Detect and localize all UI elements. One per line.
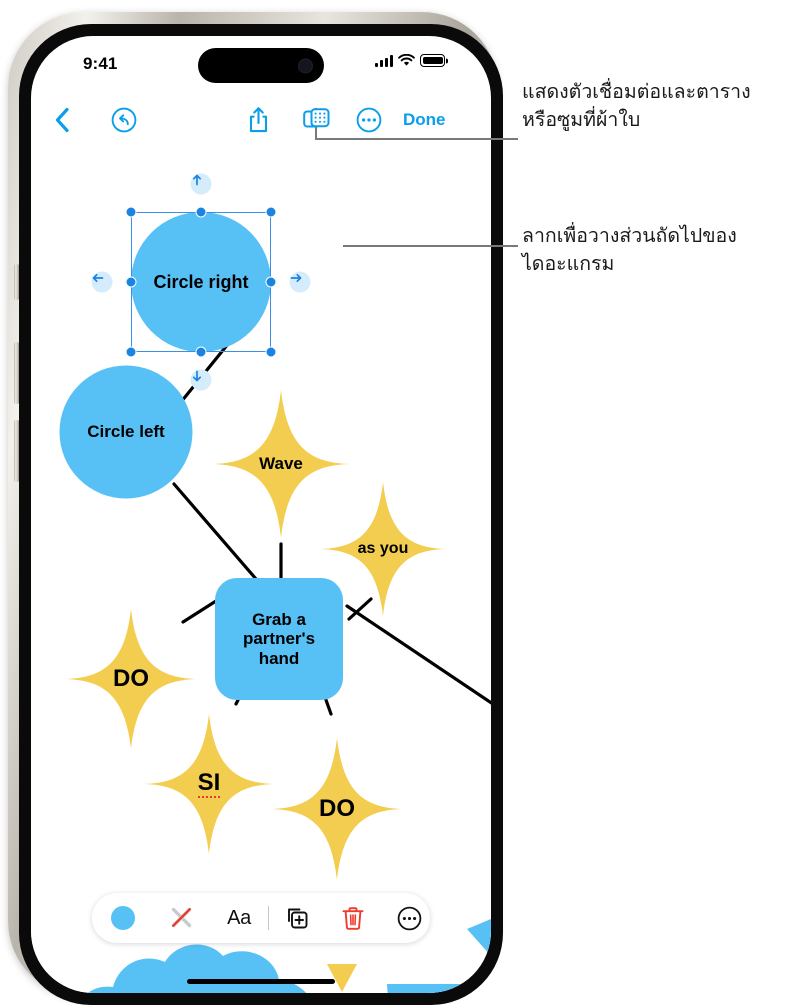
selection-handle-bl[interactable] xyxy=(125,346,137,358)
more-options-button[interactable] xyxy=(356,107,382,133)
shape-star-do-bottom[interactable] xyxy=(268,738,406,880)
share-button[interactable] xyxy=(248,107,269,134)
back-button[interactable] xyxy=(55,107,70,133)
done-button[interactable]: Done xyxy=(403,110,446,130)
add-node-down-button[interactable] xyxy=(190,369,212,391)
front-camera-icon xyxy=(298,58,313,73)
shape-cloud-wheel[interactable] xyxy=(70,944,315,993)
connectors-grid-icon xyxy=(303,108,330,128)
connectors-grid-button[interactable] xyxy=(303,107,330,133)
selection-handle-tr[interactable] xyxy=(265,206,277,218)
more-format-button[interactable] xyxy=(381,893,437,943)
shape-triangle-edge[interactable] xyxy=(467,919,491,956)
selection-handle-tl[interactable] xyxy=(125,206,137,218)
shape-triangle-yellow-tip xyxy=(327,964,357,992)
callout-grid-text: แสดงตัวเชื่อมต่อและตาราง หรือซูมที่ผ้าใบ xyxy=(522,80,751,132)
arrow-right-icon xyxy=(290,273,302,283)
arrow-down-icon xyxy=(192,370,202,382)
shape-star-si[interactable] xyxy=(141,714,277,854)
dynamic-island xyxy=(198,48,324,83)
callout-drag-text: ลากเพื่อวางส่วนถัดไปของไดอะแกรม xyxy=(522,224,737,276)
phone-frame: 9:41 Done Circle right Circle left Wave … xyxy=(8,12,503,1005)
add-node-left-button[interactable] xyxy=(91,271,113,293)
add-node-up-button[interactable] xyxy=(190,173,212,195)
shape-star-wave[interactable] xyxy=(209,390,353,538)
shape-rect-grab-hand[interactable] xyxy=(215,578,343,700)
duplicate-button[interactable] xyxy=(269,893,325,943)
chevron-left-icon xyxy=(55,107,69,133)
delete-button[interactable] xyxy=(325,893,381,943)
share-upload-icon xyxy=(249,107,268,133)
status-time: 9:41 xyxy=(83,54,118,73)
connector-grab-offscreen xyxy=(345,604,491,705)
trash-icon xyxy=(342,906,364,930)
shape-circle-left[interactable] xyxy=(59,365,193,499)
selection-handle-tc[interactable] xyxy=(195,206,207,218)
connector-circleleft-grab xyxy=(172,482,258,581)
signal-bars-icon xyxy=(375,54,393,67)
document-toolbar: Done xyxy=(31,96,491,144)
format-toolbar: Aa xyxy=(92,893,430,943)
status-bar: 9:41 xyxy=(31,36,491,96)
shape-fan-say[interactable] xyxy=(387,984,491,993)
home-indicator[interactable] xyxy=(187,979,335,984)
text-format-button[interactable]: Aa xyxy=(210,893,268,943)
callout-leader-2-horizontal xyxy=(343,245,518,248)
diagram-canvas[interactable]: Circle right Circle left Wave as you Gra… xyxy=(31,144,491,993)
selection-handle-bc[interactable] xyxy=(195,346,207,358)
fill-color-swatch-icon xyxy=(111,906,135,930)
more-circle-icon xyxy=(397,906,421,930)
phone-screen: 9:41 Done Circle right Circle left Wave … xyxy=(31,36,491,993)
battery-full-icon xyxy=(420,54,445,67)
arrow-left-icon xyxy=(92,273,104,283)
screenshot-root: 9:41 Done Circle right Circle left Wave … xyxy=(0,0,785,1008)
duplicate-icon xyxy=(287,908,307,928)
arrow-up-icon xyxy=(192,174,202,186)
selection-handle-mr[interactable] xyxy=(265,276,277,288)
selection-handle-ml[interactable] xyxy=(125,276,137,288)
wifi-icon xyxy=(398,54,415,66)
undo-button[interactable] xyxy=(111,107,137,133)
more-circle-icon xyxy=(356,107,382,133)
status-indicators xyxy=(375,54,445,67)
no-stroke-pen-icon xyxy=(171,907,192,928)
fill-color-button[interactable] xyxy=(92,893,154,943)
undo-circle-icon xyxy=(111,107,137,133)
shape-star-do-left[interactable] xyxy=(62,609,200,749)
no-stroke-button[interactable] xyxy=(154,893,210,943)
selection-frame xyxy=(131,212,271,352)
selection-handle-br[interactable] xyxy=(265,346,277,358)
add-node-right-button[interactable] xyxy=(289,271,311,293)
